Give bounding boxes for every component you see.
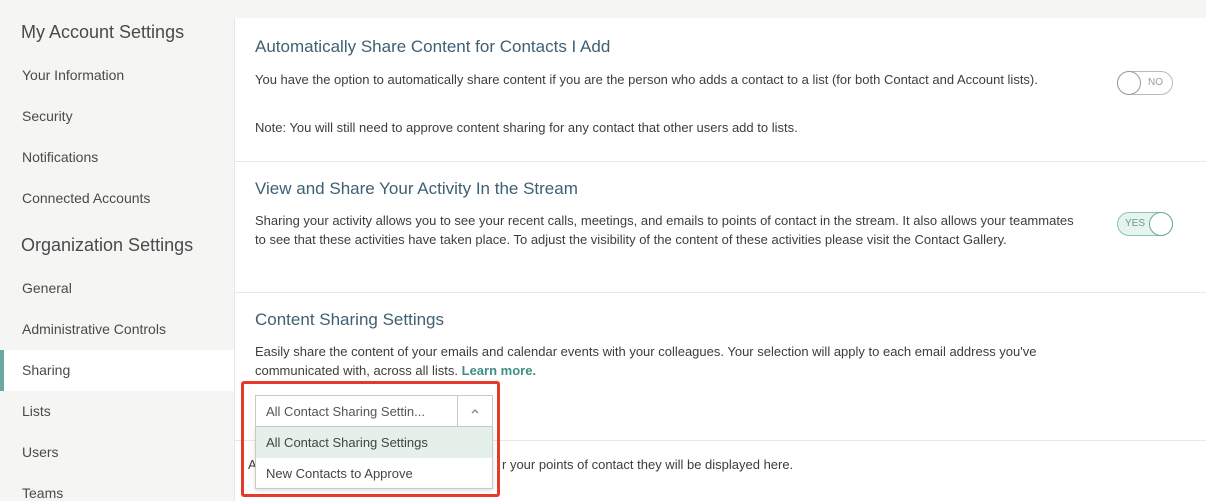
content-sharing-title: Content Sharing Settings — [255, 310, 445, 329]
sidebar-item-administrative-controls[interactable]: Administrative Controls — [0, 309, 234, 350]
sidebar-item-lists[interactable]: Lists — [0, 391, 234, 432]
content-sharing-select[interactable]: All Contact Sharing Settin... — [255, 395, 493, 427]
auto-share-description: You have the option to automatically sha… — [255, 72, 1038, 87]
toggle-label: YES — [1125, 218, 1146, 229]
content-sharing-menu: All Contact Sharing Settings New Contact… — [255, 426, 493, 489]
auto-share-note: Note: You will still need to approve con… — [255, 120, 798, 135]
sidebar-item-security[interactable]: Security — [0, 96, 234, 137]
auto-share-title: Automatically Share Content for Contacts… — [255, 37, 611, 56]
chevron-up-icon[interactable] — [470, 402, 480, 423]
menu-option-new-contacts-to-approve[interactable]: New Contacts to Approve — [256, 458, 492, 489]
empty-state-text: r your points of contact they will be di… — [502, 457, 794, 472]
learn-more-link[interactable]: Learn more. — [462, 363, 536, 378]
toggle-knob — [1149, 212, 1173, 236]
toggle-label: NO — [1148, 77, 1163, 88]
org-settings-heading: Organization Settings — [21, 235, 194, 255]
select-divider — [457, 396, 458, 426]
content-sharing-description-text: Easily share the content of your emails … — [255, 344, 1037, 378]
select-value: All Contact Sharing Settin... — [266, 404, 425, 419]
sidebar-item-your-information[interactable]: Your Information — [0, 55, 234, 96]
activity-stream-description: Sharing your activity allows you to see … — [255, 213, 1074, 247]
content-sharing-description: Easily share the content of your emails … — [255, 342, 1085, 380]
auto-share-toggle[interactable]: NO — [1117, 71, 1173, 95]
sidebar-item-notifications[interactable]: Notifications — [0, 137, 234, 178]
activity-stream-toggle[interactable]: YES — [1117, 212, 1173, 236]
activity-stream-section: View and Share Your Activity In the Stre… — [235, 162, 1206, 293]
auto-share-section: Automatically Share Content for Contacts… — [235, 18, 1206, 162]
my-account-heading: My Account Settings — [21, 22, 185, 42]
menu-option-all-contact-sharing[interactable]: All Contact Sharing Settings — [256, 427, 492, 458]
sidebar-item-users[interactable]: Users — [0, 432, 234, 473]
toggle-knob — [1117, 71, 1141, 95]
sidebar-item-general[interactable]: General — [0, 268, 234, 309]
sidebar-item-connected-accounts[interactable]: Connected Accounts — [0, 178, 234, 219]
activity-stream-title: View and Share Your Activity In the Stre… — [255, 179, 578, 198]
sidebar-item-teams[interactable]: Teams — [0, 473, 234, 501]
settings-sidebar: My Account Settings Your Information Sec… — [0, 0, 234, 501]
sidebar-item-sharing[interactable]: Sharing — [0, 350, 234, 391]
